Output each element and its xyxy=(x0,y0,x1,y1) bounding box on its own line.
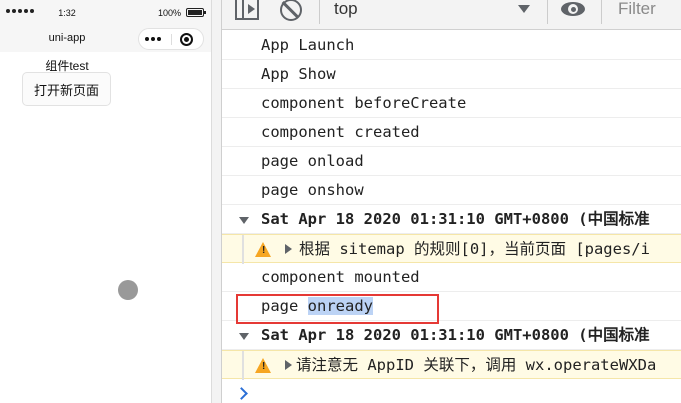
capsule-menu[interactable] xyxy=(138,28,204,50)
log-line: App Show xyxy=(222,60,681,89)
simulator-panel: 1:32 100% uni-app 组件test 打开新页面 xyxy=(0,0,211,403)
log-group-header[interactable]: Sat Apr 18 2020 01:31:10 GMT+0800 (中国标准 xyxy=(222,321,681,350)
log-line: component beforeCreate xyxy=(222,89,681,118)
group-indent-bar xyxy=(242,351,244,380)
group-indent-bar xyxy=(242,235,244,264)
chevron-down-icon[interactable] xyxy=(518,5,530,13)
expand-triangle-icon[interactable] xyxy=(239,333,249,340)
clear-console-icon[interactable] xyxy=(280,0,302,21)
log-line: page onshow xyxy=(222,176,681,205)
toolbar-divider xyxy=(601,0,602,24)
expand-triangle-icon[interactable] xyxy=(239,217,249,224)
log-line: component mounted xyxy=(222,263,681,292)
capsule-divider xyxy=(171,34,172,45)
status-bar: 1:32 100% xyxy=(0,0,211,26)
expand-arrow-icon[interactable] xyxy=(285,244,292,254)
console-prompt-icon[interactable] xyxy=(234,386,248,400)
more-icon[interactable] xyxy=(145,37,161,41)
status-time: 1:32 xyxy=(58,8,76,18)
annotation-highlight-box xyxy=(236,294,439,324)
console-panel: top App Launch App Show component before… xyxy=(222,0,681,403)
panel-divider[interactable] xyxy=(211,0,222,403)
log-warning[interactable]: ! 请注意无 AppID 关联下，调用 wx.operateWXDa xyxy=(222,350,681,380)
console-toolbar: top xyxy=(222,0,681,30)
open-new-page-button[interactable]: 打开新页面 xyxy=(22,72,111,106)
nav-bar: uni-app xyxy=(0,26,211,52)
log-line: page onload xyxy=(222,147,681,176)
log-line: App Launch xyxy=(222,31,681,60)
close-miniprogram-icon[interactable] xyxy=(180,33,193,46)
toolbar-divider xyxy=(319,0,320,24)
battery-icon xyxy=(186,8,206,17)
battery-percent: 100% xyxy=(158,8,182,18)
console-log: App Launch App Show component beforeCrea… xyxy=(222,31,681,380)
log-warning[interactable]: ! 根据 sitemap 的规则[0]，当前页面 [pages/i xyxy=(222,234,681,264)
eye-icon[interactable] xyxy=(561,0,585,18)
log-group-header[interactable]: Sat Apr 18 2020 01:31:10 GMT+0800 (中国标准 xyxy=(222,205,681,234)
log-line: component created xyxy=(222,118,681,147)
touch-cursor xyxy=(118,280,138,300)
warning-icon: ! xyxy=(255,242,271,257)
warning-icon: ! xyxy=(255,358,271,373)
toolbar-divider xyxy=(547,0,548,24)
context-select[interactable]: top xyxy=(332,0,532,22)
expand-arrow-icon[interactable] xyxy=(285,360,292,370)
nav-title: uni-app xyxy=(48,32,86,44)
context-value: top xyxy=(334,0,358,18)
sidebar-toggle-icon[interactable] xyxy=(235,0,259,20)
filter-input[interactable] xyxy=(612,0,681,21)
